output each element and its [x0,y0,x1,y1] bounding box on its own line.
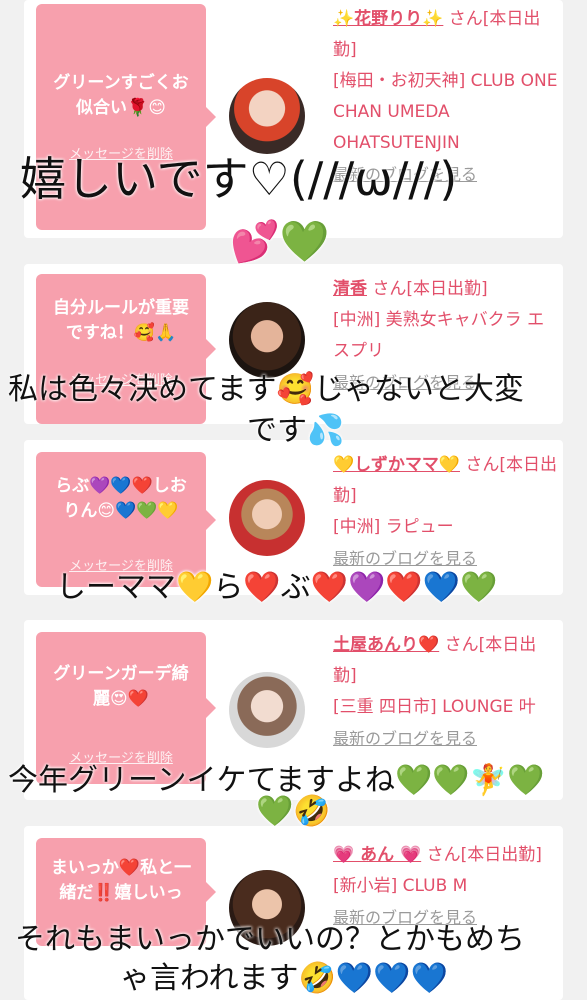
overlay-caption: 私は色々決めてます🥰じゃないと大変 [8,372,524,407]
cast-name-link[interactable]: ✨花野りり✨ [333,9,443,29]
overlay-caption: 今年グリーンイケてますよね💚💚🧚💚 [8,763,545,798]
cast-location: [中洲] ラピュー [333,517,454,537]
message-text: 自分ルールが重要ですね！🥰🙏 [53,298,189,343]
cast-name-link[interactable]: 💗 あん 💗 [333,845,421,865]
cast-info: 土屋あんり❤️ さん[本日出勤] [三重 四日市] LOUNGE 叶 最新のブロ… [333,630,559,755]
overlay-caption-emoji: 💕💚 [230,219,330,265]
cast-info: 💛しずかママ💛 さん[本日出勤] [中洲] ラピュー 最新のブログを見る [333,450,559,575]
cast-location: [中洲] 美熟女キャバクラ エスプリ [333,310,545,361]
latest-blog-link[interactable]: 最新のブログを見る [333,729,477,748]
message-text: グリーンすごくお似合い🌹😊 [53,73,189,118]
overlay-caption: ゃ言われます🤣💙💙💙 [120,961,448,996]
cast-name-link[interactable]: 土屋あんり❤️ [333,635,439,655]
message-text: まいっか❤️私と一緒だ‼️嬉しいっ [50,858,192,903]
overlay-caption: 嬉しいです♡(///ω///) [20,152,458,206]
message-text: グリーンガーデ綺麗😍❤️ [53,664,189,709]
avatar[interactable] [229,672,305,748]
cast-location: [新小岩] CLUB M [333,876,468,896]
cast-name-link[interactable]: 清香 [333,279,367,299]
overlay-caption: しーママ💛ら❤️ぶ❤️💜❤️💙💚 [56,570,498,605]
cast-location: [三重 四日市] LOUNGE 叶 [333,697,536,717]
cast-status: さん[本日出勤] [372,279,488,299]
cast-location: [梅田・お初天神] CLUB ONE CHAN UMEDA OHATSUTENJ… [333,71,558,153]
cast-name-link[interactable]: 💛しずかママ💛 [333,455,460,475]
message-text: らぶ💜💙❤️しおりん😊💙💚💛 [55,476,187,521]
overlay-caption: 💚🤣 [256,794,331,829]
overlay-caption: それもまいっかでいいの？とかもめち [15,922,525,957]
avatar[interactable] [229,480,305,556]
cast-status: さん[本日出勤] [426,845,542,865]
overlay-caption: です💦 [247,413,345,448]
